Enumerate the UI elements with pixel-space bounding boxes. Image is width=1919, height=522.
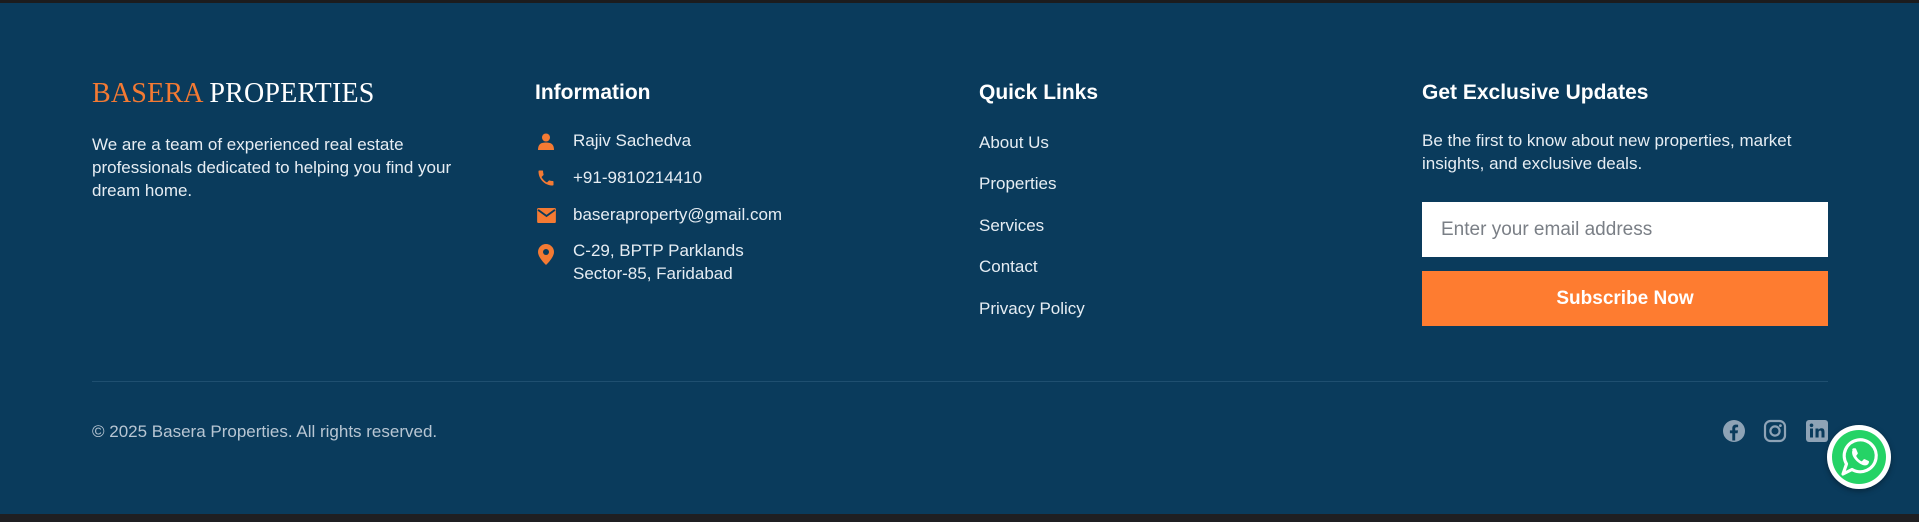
phone-icon bbox=[535, 167, 557, 189]
logo-brand-word: BASERA bbox=[92, 78, 203, 109]
link-contact[interactable]: Contact bbox=[979, 257, 1038, 277]
info-email[interactable]: baseraproperty@gmail.com bbox=[535, 203, 782, 226]
logo-rest-word: PROPERTIES bbox=[209, 78, 375, 109]
mail-icon bbox=[535, 204, 557, 226]
phone-text: +91-9810214410 bbox=[573, 168, 703, 187]
info-phone[interactable]: +91-9810214410 bbox=[535, 166, 702, 189]
updates-heading: Get Exclusive Updates bbox=[1422, 81, 1649, 104]
footer-logo[interactable]: BASERA PROPERTIES bbox=[92, 78, 375, 110]
site-footer: BASERA PROPERTIES We are a team of exper… bbox=[0, 3, 1919, 514]
updates-description: Be the first to know about new propertie… bbox=[1422, 131, 1792, 173]
facebook-icon[interactable] bbox=[1721, 418, 1747, 444]
quick-links-heading: Quick Links bbox=[979, 81, 1099, 104]
about-text: We are a team of experienced real estate… bbox=[92, 135, 452, 200]
info-address: C-29, BPTP Parklands Sector-85, Faridaba… bbox=[535, 239, 744, 285]
link-privacy-policy[interactable]: Privacy Policy bbox=[979, 299, 1085, 319]
location-pin-icon bbox=[535, 243, 557, 265]
user-icon bbox=[535, 130, 557, 152]
link-properties[interactable]: Properties bbox=[979, 174, 1056, 194]
footer-divider bbox=[92, 381, 1828, 382]
contact-name-text: Rajiv Sachedva bbox=[573, 131, 692, 150]
information-heading: Information bbox=[535, 81, 651, 104]
link-services[interactable]: Services bbox=[979, 216, 1044, 236]
instagram-icon[interactable] bbox=[1762, 418, 1788, 444]
linkedin-icon[interactable] bbox=[1804, 418, 1830, 444]
info-contact-name: Rajiv Sachedva bbox=[535, 129, 691, 152]
link-about-us[interactable]: About Us bbox=[979, 133, 1049, 153]
address-line-1: C-29, BPTP Parklands bbox=[573, 241, 744, 260]
address-line-2: Sector-85, Faridabad bbox=[573, 264, 733, 283]
email-text: baseraproperty@gmail.com bbox=[573, 205, 783, 224]
browser-bottom-edge bbox=[0, 514, 1919, 522]
email-input[interactable] bbox=[1422, 202, 1828, 257]
whatsapp-icon[interactable] bbox=[1827, 425, 1891, 489]
subscribe-button[interactable]: Subscribe Now bbox=[1422, 271, 1828, 326]
copyright-text: © 2025 Basera Properties. All rights res… bbox=[92, 422, 438, 441]
